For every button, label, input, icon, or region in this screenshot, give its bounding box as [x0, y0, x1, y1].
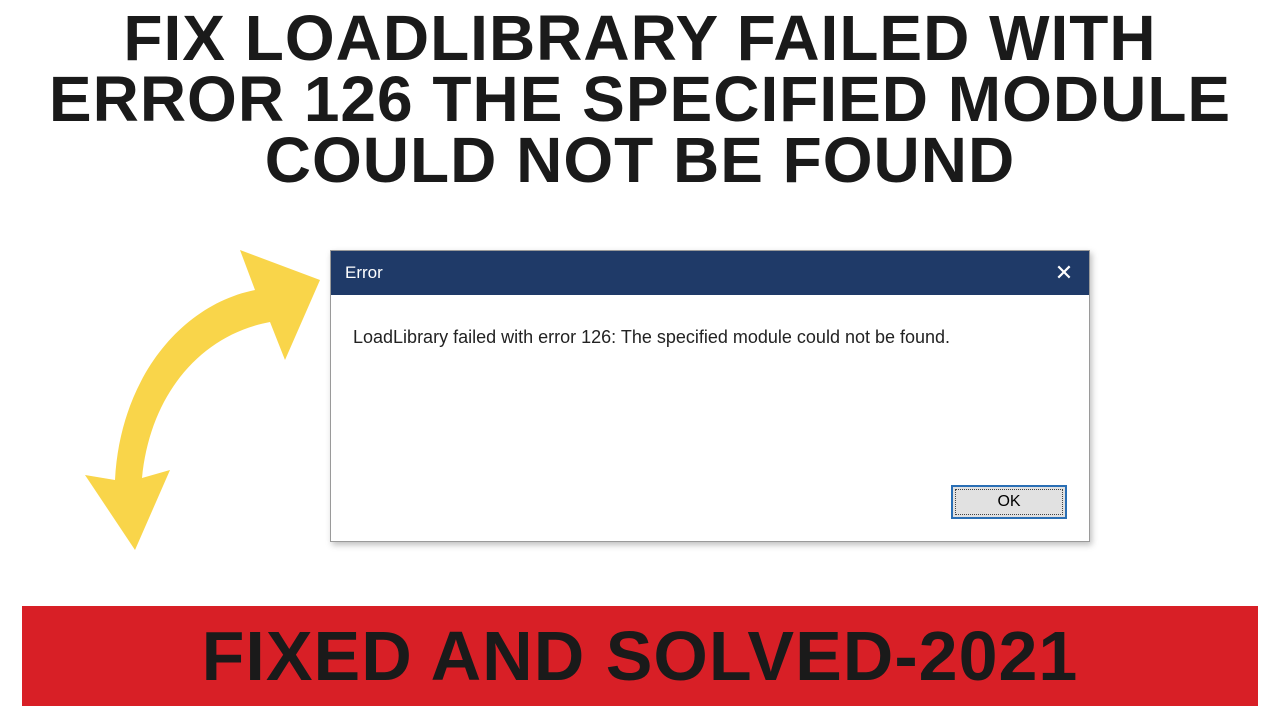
- arrow-icon: [70, 250, 330, 560]
- dialog-button-row: OK: [331, 485, 1089, 541]
- headline-text: FIX LOADLIBRARY FAILED WITH ERROR 126 TH…: [20, 8, 1260, 190]
- error-dialog: Error ✕ LoadLibrary failed with error 12…: [330, 250, 1090, 542]
- dialog-message: LoadLibrary failed with error 126: The s…: [331, 295, 1089, 485]
- dialog-titlebar[interactable]: Error ✕: [331, 251, 1089, 295]
- bottom-banner: FIXED AND SOLVED-2021: [22, 606, 1258, 706]
- banner-text: FIXED AND SOLVED-2021: [202, 616, 1079, 696]
- ok-button[interactable]: OK: [951, 485, 1067, 519]
- close-icon[interactable]: ✕: [1039, 251, 1089, 295]
- dialog-title: Error: [345, 263, 383, 283]
